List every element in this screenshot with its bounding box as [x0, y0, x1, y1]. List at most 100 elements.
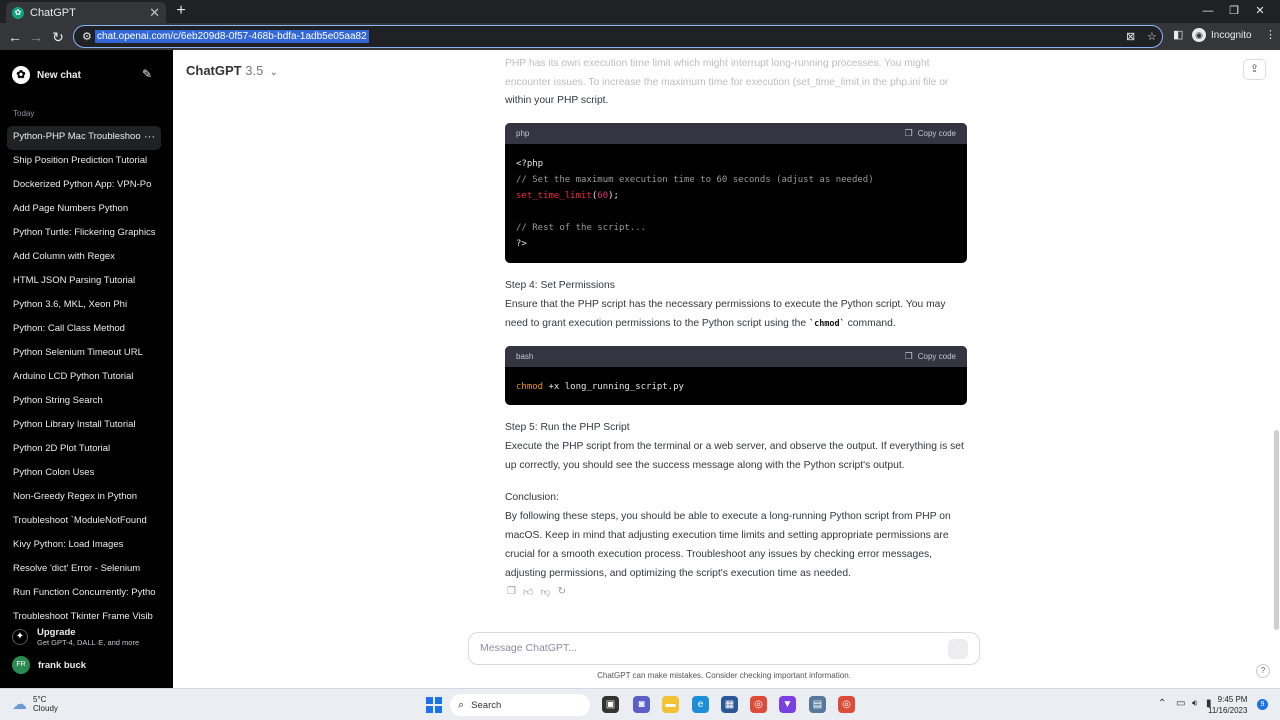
side-panel-icon[interactable]: ◧ — [1173, 28, 1183, 41]
copy-code-button[interactable]: ❐ Copy code — [905, 351, 956, 362]
message-composer[interactable]: Message ChatGPT... ↑ — [468, 632, 980, 665]
sidebar-item[interactable]: Run Function Concurrently: Pytho — [7, 582, 161, 606]
chatgpt-favicon-icon: ✿ — [12, 6, 24, 19]
sidebar-item[interactable]: Add Column with Regex — [7, 246, 161, 270]
sidebar-item[interactable]: Python Selenium Timeout URL — [7, 342, 161, 366]
more-options-icon[interactable]: ··· — [144, 126, 155, 148]
task-view-icon[interactable]: ▣ — [602, 696, 619, 713]
sidebar-item[interactable]: HTML JSON Parsing Tutorial — [7, 270, 161, 294]
code-args: +x long_running_script.py — [543, 382, 684, 392]
sidebar-item[interactable]: Python Library Install Tutorial — [7, 414, 161, 438]
compose-icon[interactable]: ✎ — [142, 67, 152, 81]
volume-icon[interactable]: 🔉︎ — [1192, 698, 1198, 709]
sidebar-item[interactable]: Python Colon Uses — [7, 462, 161, 486]
windows-taskbar: ☁ 5°C Cloudy ⌕ Search ▣ ◙ ▬ e ▦ ◎ ▼ ▤ ◎ … — [0, 688, 1280, 720]
copy-icon[interactable]: ❐ — [507, 586, 516, 598]
model-selector[interactable]: ChatGPT 3.5 ⌄ — [186, 63, 278, 78]
share-icon[interactable]: ⇪ — [1243, 59, 1266, 80]
sidebar-item[interactable]: Troubleshoot `ModuleNotFound — [7, 510, 161, 534]
send-button[interactable]: ↑ — [948, 639, 968, 659]
code-function: set_time_limit — [516, 191, 592, 201]
upgrade-title: Upgrade — [37, 627, 76, 638]
sidebar-item[interactable]: Kivy Python: Load Images — [7, 534, 161, 558]
edge-icon[interactable]: e — [692, 696, 709, 713]
sidebar-item[interactable]: Resolve 'dict' Error - Selenium — [7, 558, 161, 582]
chevron-down-icon: ⌄ — [269, 67, 278, 77]
system-clock[interactable]: 9:45 PM 11/16/2023 — [1208, 694, 1247, 716]
upgrade-button[interactable]: ✦ Upgrade Get GPT-4, DALL·E, and more — [12, 625, 167, 649]
user-menu[interactable]: FR frank buck — [12, 656, 86, 674]
incognito-indicator[interactable]: ◉ Incognito — [1192, 28, 1252, 42]
tab-title: ChatGPT — [30, 6, 76, 19]
notification-badge[interactable]: 9 — [1257, 699, 1268, 710]
sparkle-icon: ✦ — [12, 629, 28, 645]
help-button[interactable]: ? — [1256, 664, 1270, 678]
code-content: <?php // Set the maximum execution time … — [505, 144, 967, 263]
network-icon[interactable]: ▭ — [1176, 698, 1185, 709]
incognito-tracking-icon[interactable]: ⊠ — [1126, 30, 1135, 43]
sidebar-item[interactable]: Add Page Numbers Python — [7, 198, 161, 222]
chrome-icon[interactable]: ◎ — [750, 696, 767, 713]
sidebar-item-label: Dockerized Python App: VPN-Po — [13, 179, 152, 190]
sidebar-item[interactable]: Python 3.6, MKL, Xeon Phi — [7, 294, 161, 318]
copy-code-button[interactable]: ❐ Copy code — [905, 128, 956, 139]
store-icon[interactable]: ▦ — [721, 696, 738, 713]
code-line: <?php — [516, 159, 544, 169]
regenerate-icon[interactable]: ↻ — [558, 586, 566, 598]
file-explorer-icon[interactable]: ▬ — [662, 696, 679, 713]
sidebar: ✿ New chat ✎ Today Python-PHP Mac Troubl… — [0, 50, 173, 688]
new-tab-button[interactable]: + — [172, 2, 190, 20]
code-header: bash ❐ Copy code — [505, 346, 967, 367]
site-info-icon[interactable]: ⚙ — [82, 30, 92, 43]
weather-widget[interactable]: ☁ 5°C Cloudy — [12, 695, 58, 713]
windows-start-icon[interactable] — [426, 697, 442, 713]
sidebar-item-label: Python 2D Plot Tutorial — [13, 443, 111, 454]
chrome-incognito-icon[interactable]: ◎ — [838, 696, 855, 713]
close-window-icon[interactable]: ✕ — [1240, 0, 1280, 23]
app-icon[interactable]: ▼ — [779, 696, 796, 713]
url-text[interactable]: chat.openai.com/c/6eb209d8-0f57-468b-bdf… — [95, 30, 369, 43]
sidebar-item[interactable]: Arduino LCD Python Tutorial — [7, 366, 161, 390]
clock-date: 11/16/2023 — [1208, 706, 1248, 715]
app-icon[interactable]: ▤ — [809, 696, 826, 713]
sidebar-item[interactable]: Dockerized Python App: VPN-Po — [7, 174, 161, 198]
close-tab-icon[interactable]: ✕ — [149, 5, 160, 21]
sidebar-item[interactable]: Python 2D Plot Tutorial — [7, 438, 161, 462]
browser-tab[interactable]: ✿ ChatGPT ✕ — [6, 2, 166, 23]
history-section-label: Today — [13, 109, 35, 118]
code-paren: ); — [608, 191, 619, 201]
address-bar[interactable]: ⚙ chat.openai.com/c/6eb209d8-0f57-468b-b… — [73, 25, 1163, 48]
taskbar-search[interactable]: ⌕ Search — [450, 694, 590, 716]
clipboard-icon: ❐ — [904, 128, 913, 138]
incognito-label: Incognito — [1211, 29, 1252, 41]
new-chat-label: New chat — [37, 69, 81, 81]
message-input[interactable]: Message ChatGPT... — [480, 642, 577, 654]
new-chat-button[interactable]: ✿ New chat — [12, 64, 162, 86]
browser-toolbar: ← → ↻ ⚙ chat.openai.com/c/6eb209d8-0f57-… — [0, 23, 1280, 50]
chevron-up-icon[interactable]: ⌃ — [1158, 698, 1166, 709]
sidebar-item[interactable]: Ship Position Prediction Tutorial — [7, 150, 161, 174]
sidebar-item[interactable]: Python String Search — [7, 390, 161, 414]
thumbs-down-icon[interactable]: 👎︎ — [540, 586, 550, 598]
sidebar-item-label: Python-PHP Mac Troubleshoo — [13, 131, 141, 142]
back-icon[interactable]: ← — [5, 27, 25, 47]
sidebar-item-label: Python Library Install Tutorial — [13, 419, 136, 430]
search-icon: ⌕ — [458, 698, 465, 711]
forward-icon[interactable]: → — [26, 27, 46, 47]
browser-menu-icon[interactable]: ⋮ — [1265, 28, 1276, 41]
sidebar-item-label: Run Function Concurrently: Pytho — [13, 587, 156, 598]
thumbs-up-icon[interactable]: 👍︎ — [523, 586, 533, 598]
bookmark-star-icon[interactable]: ☆ — [1147, 30, 1157, 43]
sidebar-item[interactable]: Python Turtle: Flickering Graphics — [7, 222, 161, 246]
reload-icon[interactable]: ↻ — [48, 27, 68, 47]
scrollbar[interactable] — [1274, 430, 1279, 630]
sidebar-item[interactable]: Troubleshoot Tkinter Frame Visib — [7, 606, 161, 620]
step5-title: Step 5: Run the PHP Script — [505, 422, 630, 433]
sidebar-item[interactable]: Non-Greedy Regex in Python — [7, 486, 161, 510]
teams-chat-icon[interactable]: ◙ — [633, 696, 650, 713]
incognito-icon: ◉ — [1192, 28, 1206, 42]
code-language: php — [516, 129, 530, 138]
sidebar-item[interactable]: Python: Call Class Method — [7, 318, 161, 342]
conclusion-title: Conclusion: — [505, 492, 559, 503]
sidebar-item[interactable]: Python-PHP Mac Troubleshoo ··· — [7, 126, 161, 150]
